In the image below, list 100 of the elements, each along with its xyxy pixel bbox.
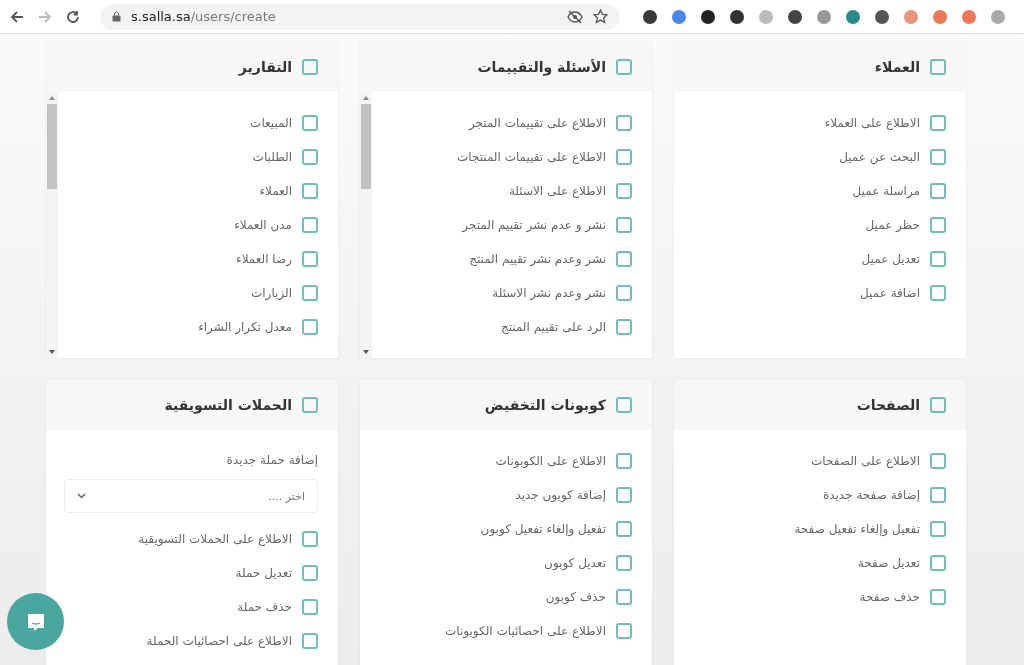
permission-label: الطلبات [252,150,292,164]
checkbox[interactable] [930,59,946,75]
checkbox[interactable] [616,285,632,301]
checkbox[interactable] [930,453,946,469]
checkbox[interactable] [930,217,946,233]
checkbox[interactable] [616,319,632,335]
permission-label: الاطلاع على الاسئلة [508,184,606,198]
checkbox[interactable] [930,589,946,605]
checkbox[interactable] [616,251,632,267]
checkbox[interactable] [616,589,632,605]
checkbox[interactable] [302,183,318,199]
permission-label: اضافة عميل [860,286,920,300]
checkbox[interactable] [616,487,632,503]
permission-label: تعديل عميل [861,252,920,266]
select-field[interactable]: اختر .... [64,479,318,513]
checkbox[interactable] [616,555,632,571]
permission-label: الاطلاع على الحملات التسويقية [138,532,292,546]
permission-label: إضافة صفحة جديدة [822,488,920,502]
scrollbar[interactable] [46,92,58,358]
checkbox[interactable] [930,149,946,165]
permission-label: الاطلاع على تقييمات المتجر [468,116,606,130]
checkbox[interactable] [302,149,318,165]
permission-label: رضا العملاء [236,252,292,266]
permission-label: الاطلاع على الصفحات [811,454,920,468]
checkbox[interactable] [616,59,632,75]
section-title: كوبونات التخفيض [484,397,606,413]
checkbox[interactable] [616,623,632,639]
scroll-down-icon[interactable] [363,350,369,354]
scroll-up-icon[interactable] [49,96,55,100]
permission-label: مراسلة عميل [852,184,920,198]
permission-label: تعديل حملة [235,566,292,580]
chevron-down-icon [77,493,86,499]
checkbox[interactable] [930,115,946,131]
checkbox[interactable] [930,397,946,413]
section-title: التقارير [238,59,292,75]
checkbox[interactable] [930,521,946,537]
permission-label: الرد على تقييم المنتج [500,320,606,334]
star-icon[interactable] [593,9,608,24]
back-icon[interactable] [10,9,24,24]
permission-label: الاطلاع على احصائيات الحملة [146,634,292,648]
address-bar[interactable]: s.salla.sa/users/create [100,3,620,30]
checkbox[interactable] [616,217,632,233]
checkbox[interactable] [930,251,946,267]
permission-label: تفعيل وإلغاء تفعيل كوبون [480,522,606,536]
checkbox[interactable] [616,521,632,537]
chat-button[interactable] [7,593,64,650]
checkbox[interactable] [616,115,632,131]
permission-label: تعديل صفحة [857,556,920,570]
scrollbar[interactable] [360,92,372,358]
checkbox[interactable] [302,633,318,649]
checkbox[interactable] [302,531,318,547]
extension-icon[interactable] [874,8,890,25]
permission-label: نشر وعدم نشر تقييم المنتج [469,252,606,266]
permission-label: مدن العملاء [234,218,292,232]
checkbox[interactable] [616,397,632,413]
lock-icon [112,11,121,22]
section-title: الحملات التسويقية [164,397,292,413]
checkbox[interactable] [302,251,318,267]
permission-label: الزيارات [250,286,292,300]
extension-icon[interactable] [787,8,803,25]
extension-icon[interactable] [729,8,745,25]
checkbox[interactable] [302,599,318,615]
checkbox[interactable] [302,59,318,75]
checkbox[interactable] [930,285,946,301]
permission-label: نشر وعدم نشر الاسئلة [492,286,606,300]
url-text: s.salla.sa/users/create [131,9,276,24]
checkbox[interactable] [302,115,318,131]
checkbox[interactable] [930,487,946,503]
permission-label: البحث عن عميل [839,150,920,164]
permission-label: الاطلاع على الكوبونات [495,454,606,468]
forward-icon[interactable] [38,9,52,24]
checkbox[interactable] [302,319,318,335]
reload-icon[interactable] [66,9,80,24]
section-title: الأسئلة والتقييمات [477,59,606,75]
permission-label: معدل تكرار الشراء [198,320,292,334]
checkbox[interactable] [616,149,632,165]
permission-label: المبيعات [250,116,292,130]
checkbox[interactable] [302,217,318,233]
permission-label: الاطلاع على العملاء [824,116,920,130]
permission-label: تفعيل وإلغاء تفعيل صفحة [794,522,920,536]
permission-label: نشر و عدم نشر تقييم المتجر [462,218,606,232]
permission-label: الاطلاع على تقييمات المنتجات [456,150,606,164]
checkbox[interactable] [616,453,632,469]
checkbox[interactable] [930,555,946,571]
checkbox[interactable] [302,565,318,581]
extension-icon[interactable] [700,8,716,25]
permission-label: حذف حملة [237,600,292,614]
scroll-up-icon[interactable] [363,96,369,100]
checkbox[interactable] [302,285,318,301]
checkbox[interactable] [616,183,632,199]
field-label: إضافة حملة جديدة [225,453,318,467]
permission-label: العملاء [259,184,292,198]
permission-label: حذف كوبون [545,590,606,604]
section-title: العملاء [874,59,920,75]
checkbox[interactable] [930,183,946,199]
checkbox[interactable] [302,397,318,413]
eye-off-icon[interactable] [567,9,583,24]
extension-icon[interactable] [642,8,658,25]
scroll-down-icon[interactable] [49,350,55,354]
section-title: الصفحات [856,397,920,413]
